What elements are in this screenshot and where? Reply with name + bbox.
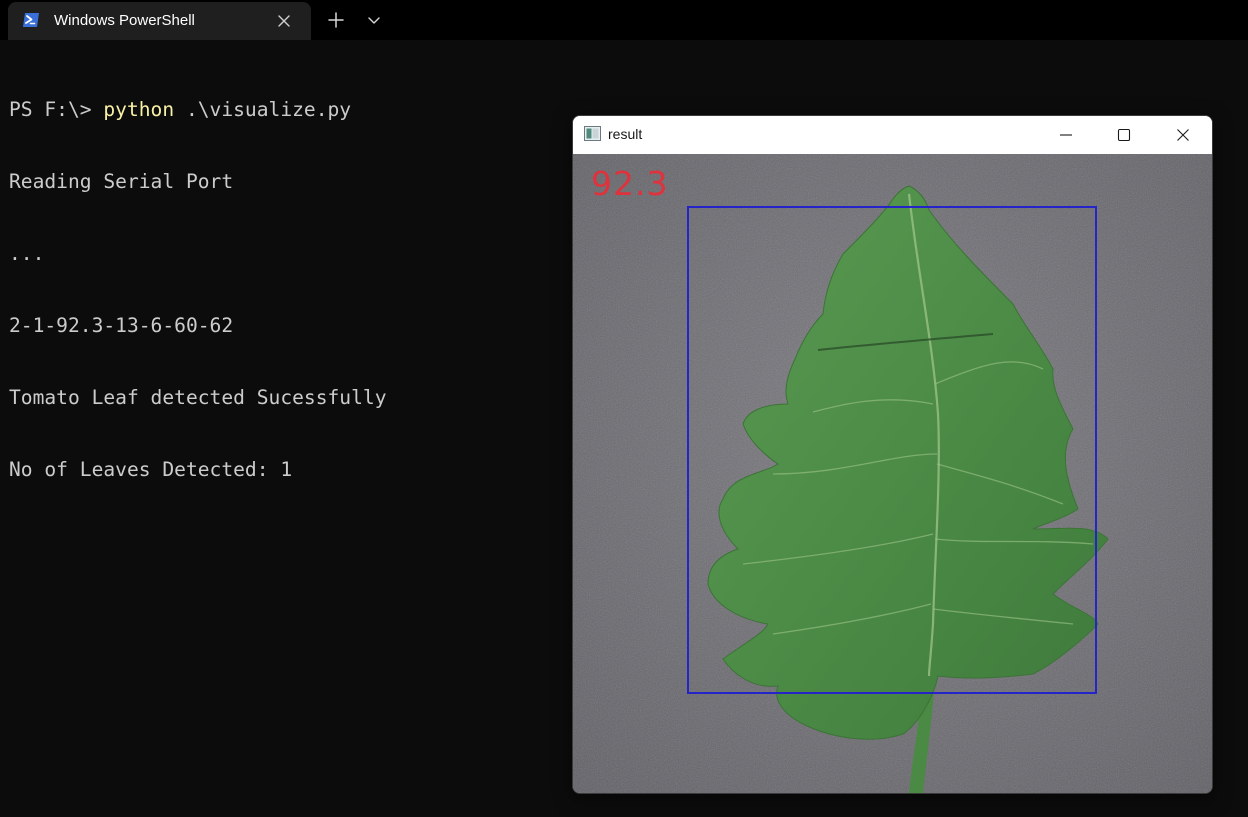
output-line: No of Leaves Detected: 1 (9, 458, 293, 481)
minimize-icon (1060, 134, 1072, 136)
close-button[interactable] (1154, 116, 1212, 154)
output-line: Tomato Leaf detected Sucessfully (9, 386, 387, 409)
terminal-tab-bar: Windows PowerShell (0, 0, 1248, 40)
close-icon (1177, 129, 1189, 141)
minimize-button[interactable] (1037, 116, 1095, 154)
output-line: 2-1-92.3-13-6-60-62 (9, 314, 234, 337)
powershell-icon (22, 11, 40, 29)
tab-title: Windows PowerShell (54, 12, 195, 29)
command-name: python (103, 98, 175, 121)
result-image: 92.3 (573, 154, 1212, 793)
opencv-window-icon (584, 126, 601, 141)
close-icon[interactable] (274, 11, 294, 31)
detection-score-label: 92.3 (591, 164, 669, 203)
chevron-down-icon[interactable] (362, 8, 386, 32)
detection-bounding-box (687, 206, 1097, 694)
plus-icon[interactable] (324, 8, 348, 32)
result-window-titlebar[interactable]: result (573, 116, 1212, 154)
command-args: .\visualize.py (174, 98, 352, 121)
window-title: result (608, 126, 643, 142)
tab-windows-powershell[interactable]: Windows PowerShell (8, 2, 311, 40)
terminal-text: PS F:\> python .\visualize.py Reading Se… (9, 50, 387, 530)
prompt-line: PS F:\> python .\visualize.py (9, 98, 387, 122)
output-line: ... (9, 242, 45, 265)
prompt: PS F:\> (9, 98, 104, 121)
result-window[interactable]: result 92.3 (572, 115, 1213, 794)
maximize-button[interactable] (1095, 116, 1153, 154)
output-line: Reading Serial Port (9, 170, 234, 193)
maximize-icon (1117, 128, 1131, 142)
